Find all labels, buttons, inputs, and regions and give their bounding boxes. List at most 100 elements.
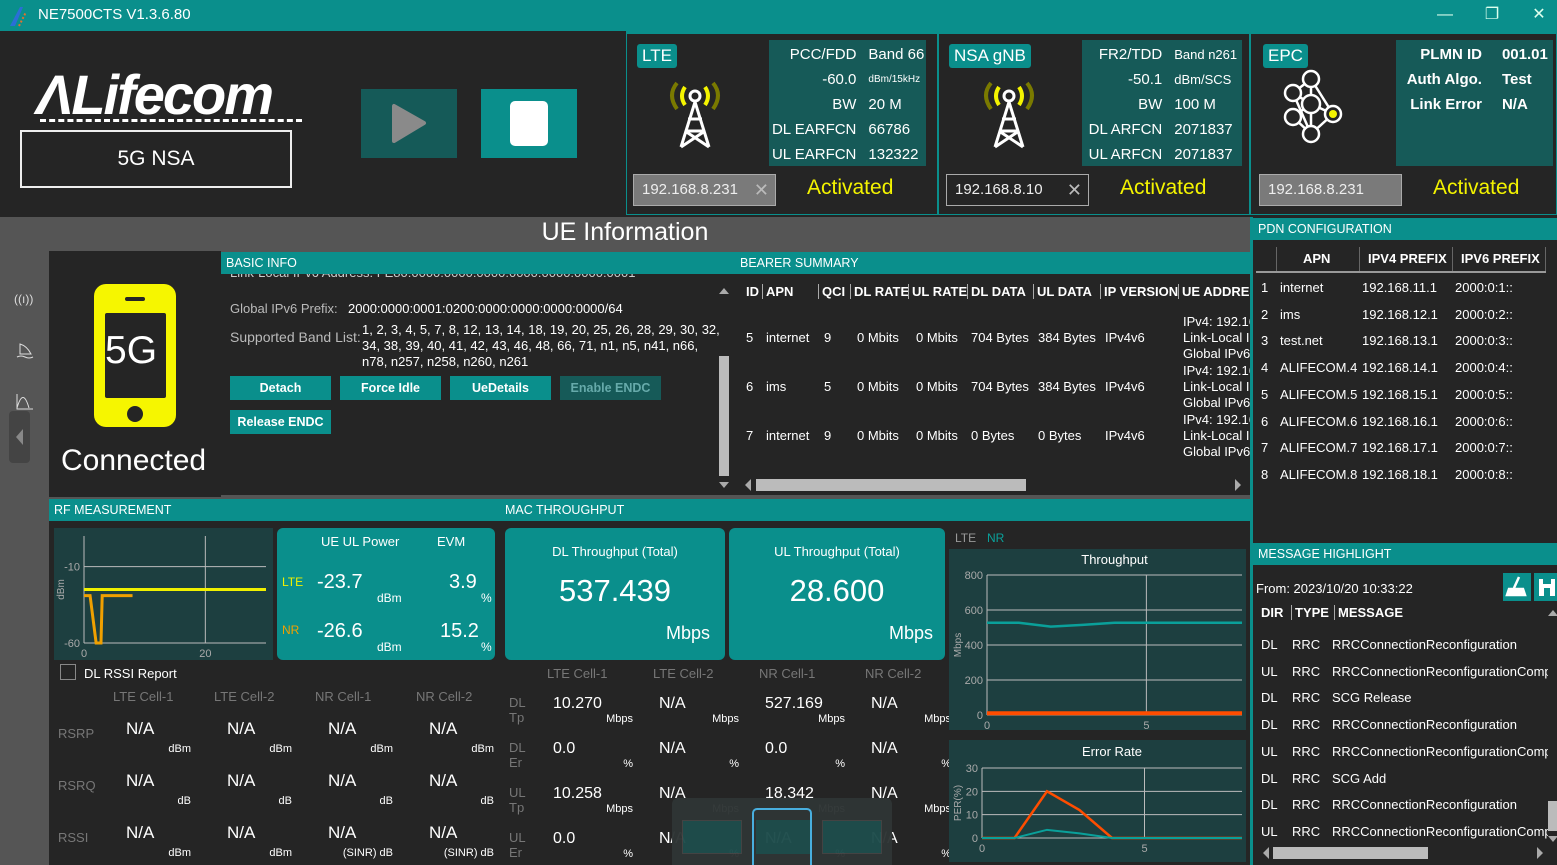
table-row[interactable]: 8 ALIFECOM.8 192.168.18.1 2000:0:8::: [1253, 467, 1553, 487]
antenna-icon[interactable]: ((ı)): [14, 292, 33, 306]
table-row[interactable]: 7 internet 9 0 Mbits 0 Mbits 0 Bytes 0 Bytes IP…: [735, 412, 1250, 462]
rf-unit: (SINR) dB: [342, 847, 393, 859]
play-button[interactable]: [361, 89, 457, 158]
scroll-down-icon[interactable]: [718, 480, 730, 490]
enable-endc-button[interactable]: Enable ENDC: [560, 376, 661, 400]
scroll-down-icon[interactable]: [1547, 834, 1557, 844]
y-tick-label: -60: [64, 638, 80, 650]
message-h-scrollbar[interactable]: [1273, 847, 1428, 859]
column-header[interactable]: DL RATE: [850, 284, 909, 299]
dl-rssi-checkbox[interactable]: [60, 664, 76, 680]
lte-param-label: BW: [832, 96, 857, 113]
table-row[interactable]: 3 test.net 192.168.13.1 2000:0:3::: [1253, 333, 1553, 353]
clear-icon[interactable]: ✕: [1067, 175, 1082, 205]
list-item[interactable]: DL RRC RRCConnectionReconfiguration: [1253, 637, 1548, 657]
message-type: RRC: [1292, 637, 1321, 652]
stop-button[interactable]: [481, 89, 577, 158]
column-header[interactable]: APN: [1276, 247, 1359, 271]
mac-row-label: Tp: [509, 710, 525, 725]
gnb-param-value: 2071837: [1174, 146, 1233, 163]
scroll-up-icon[interactable]: [1547, 608, 1557, 618]
force-idle-button[interactable]: Force Idle: [340, 376, 441, 400]
column-header[interactable]: UL RATE: [908, 284, 967, 299]
list-item[interactable]: DL RRC SCG Release: [1253, 690, 1548, 710]
x-tick-label: 0: [979, 843, 985, 855]
pdn-index: 4: [1261, 360, 1269, 376]
rf-value: N/A: [126, 823, 155, 842]
tab-lte[interactable]: LTE: [955, 531, 976, 545]
table-row[interactable]: 5 ALIFECOM.5 192.168.15.1 2000:0:5::: [1253, 387, 1553, 407]
release-endc-button[interactable]: Release ENDC: [230, 410, 331, 434]
rf-row-label: RSRP: [58, 726, 95, 741]
list-item[interactable]: UL RRC RRCConnectionReconfigurationComp: [1253, 664, 1548, 684]
clear-log-button[interactable]: [1503, 573, 1531, 601]
spectrum-icon[interactable]: [15, 393, 35, 411]
table-row[interactable]: 6 ALIFECOM.6 192.168.16.1 2000:0:6::: [1253, 414, 1553, 434]
pdn-index: 5: [1261, 386, 1269, 402]
bearer-dl-data: 704 Bytes: [971, 330, 1029, 345]
wave-icon[interactable]: [15, 342, 35, 360]
collapse-button[interactable]: [9, 411, 30, 463]
error-rate-chart: Error Rate 0 10 20 30 0 5 PER(%): [949, 740, 1246, 862]
column-header[interactable]: IPV6 PREFIX: [1452, 247, 1546, 271]
basic-info-scrollbar[interactable]: [719, 356, 729, 476]
message-type: RRC: [1292, 743, 1321, 759]
list-item[interactable]: DL RRC RRCConnectionReconfiguration: [1253, 797, 1548, 817]
table-row[interactable]: 6 ims 5 0 Mbits 0 Mbits 704 Bytes 384 Bytes IPv…: [735, 363, 1250, 413]
column-header[interactable]: QCI: [818, 284, 845, 299]
tab-nr[interactable]: NR: [987, 531, 1004, 545]
window-thumbnail[interactable]: [682, 820, 742, 854]
table-row[interactable]: 1 internet 192.168.11.1 2000:0:1::: [1253, 280, 1553, 300]
column-header[interactable]: DIR: [1261, 605, 1283, 620]
pdn-ipv6: 2000:0:5::: [1455, 386, 1513, 402]
column-header[interactable]: TYPE: [1291, 605, 1329, 620]
scroll-up-icon[interactable]: [718, 286, 730, 296]
column-header[interactable]: UL DATA: [1033, 284, 1092, 299]
window-thumbnail-active[interactable]: [752, 808, 812, 865]
lte-params: PCC/FDD Band 66 -60.0 dBm/15kHz BW 20 M DL …: [769, 40, 926, 166]
pdn-ipv4: 192.168.13.1: [1362, 333, 1438, 349]
ue-details-button[interactable]: UeDetails: [450, 376, 551, 400]
basic-info-header: BASIC INFO: [221, 252, 735, 274]
restore-button[interactable]: ❐: [1477, 4, 1507, 26]
list-item[interactable]: UL RRC RRCConnectionReconfigurationComp: [1253, 744, 1548, 764]
window-thumbnail[interactable]: [822, 820, 882, 854]
scroll-right-icon[interactable]: [1233, 478, 1243, 492]
lte-param-value: Band 66: [868, 46, 925, 63]
message-v-scrollbar[interactable]: [1548, 801, 1557, 831]
y-axis-label: Mbps: [953, 633, 964, 657]
save-log-button[interactable]: [1534, 573, 1557, 601]
mac-row-label: Er: [509, 845, 522, 860]
bearer-h-scrollbar[interactable]: [756, 479, 1026, 491]
band-list-label: Supported Band List:: [230, 329, 361, 345]
column-header[interactable]: IPV4 PREFIX: [1359, 247, 1452, 271]
lte-ip-field[interactable]: 192.168.8.231 ✕: [633, 174, 776, 206]
epc-ip-field[interactable]: 192.168.8.231: [1259, 174, 1402, 206]
detach-button[interactable]: Detach: [230, 376, 331, 400]
column-header[interactable]: UE ADDRESS: [1178, 284, 1250, 299]
clear-icon[interactable]: ✕: [754, 175, 769, 205]
close-button[interactable]: ✕: [1524, 4, 1554, 26]
scroll-left-icon[interactable]: [1261, 846, 1271, 860]
column-header[interactable]: IP VERSION: [1100, 284, 1178, 299]
column-header[interactable]: APN: [762, 284, 793, 299]
table-row[interactable]: 4 ALIFECOM.4 192.168.14.1 2000:0:4::: [1253, 360, 1553, 380]
rf-row-label: RSSI: [58, 830, 89, 845]
table-row[interactable]: 2 ims 192.168.12.1 2000:0:2::: [1253, 307, 1553, 327]
table-row[interactable]: 5 internet 9 0 Mbits 0 Mbits 704 Bytes 384 Byt…: [735, 314, 1250, 364]
scroll-right-icon[interactable]: [1535, 846, 1545, 860]
list-item[interactable]: DL RRC RRCConnectionReconfiguration: [1253, 717, 1548, 737]
table-row[interactable]: 7 ALIFECOM.7 192.168.17.1 2000:0:7::: [1253, 440, 1553, 460]
gnb-ip-field[interactable]: 192.168.8.10 ✕: [946, 174, 1089, 206]
scroll-left-icon[interactable]: [743, 478, 753, 492]
network-icon: [1283, 69, 1343, 144]
list-item[interactable]: DL RRC SCG Add: [1253, 771, 1548, 791]
rf-unit: dB: [278, 795, 292, 807]
column-header[interactable]: ID: [746, 284, 759, 299]
minimize-button[interactable]: —: [1430, 4, 1460, 26]
column-header[interactable]: DL DATA: [967, 284, 1026, 299]
column-header[interactable]: MESSAGE: [1334, 605, 1403, 620]
list-item[interactable]: UL RRC RRCConnectionReconfigurationComp: [1253, 824, 1548, 844]
rf-unit: dB: [480, 795, 494, 807]
message-text: RRCConnectionReconfigurationComp: [1332, 663, 1548, 679]
